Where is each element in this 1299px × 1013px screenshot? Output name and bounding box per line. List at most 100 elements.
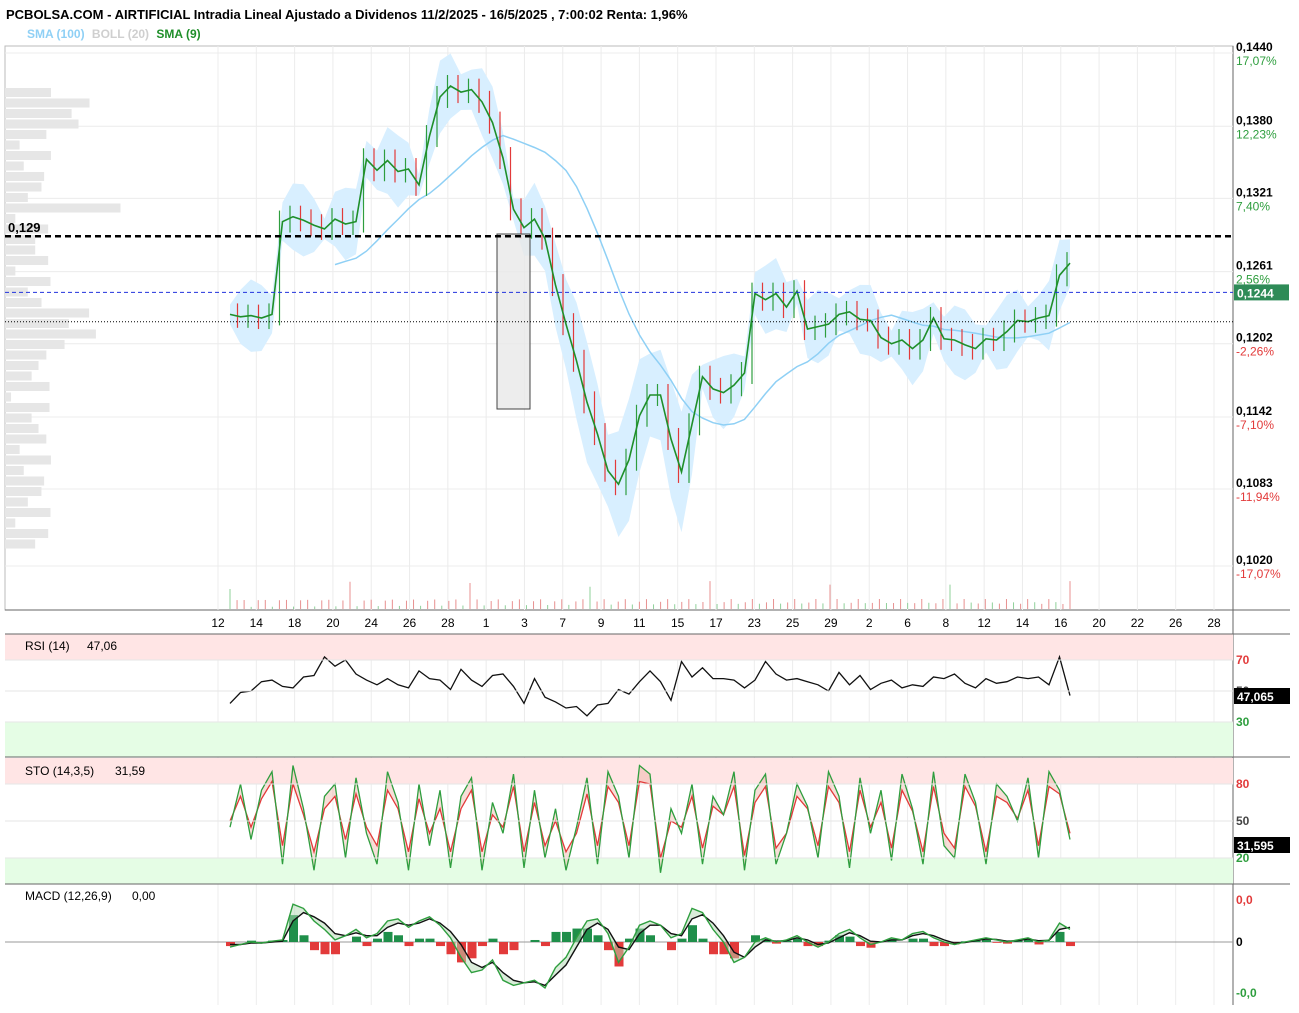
volume-profile-bar <box>5 98 90 108</box>
volume-profile-bar <box>5 308 90 318</box>
date-tick-label: 18 <box>288 616 302 630</box>
volume-profile-bar <box>5 466 24 475</box>
macd-histogram-bar <box>845 936 855 942</box>
volume-profile-bar <box>5 140 20 150</box>
oscillator-level-label: 20 <box>1236 851 1250 865</box>
date-tick-label: 6 <box>904 616 911 630</box>
macd-histogram-bar <box>404 942 414 947</box>
svg-text:SMA (100) BOLL (20) SM: SMA (100) BOLL (20) SMA (9) <box>27 27 201 41</box>
date-tick-label: 20 <box>1092 616 1106 630</box>
legend-sma100: SMA (100) <box>27 27 85 41</box>
volume-profile <box>5 88 121 549</box>
macd-histogram-bar <box>352 936 361 942</box>
date-tick-label: 11 <box>633 616 646 630</box>
date-tick-label: 7 <box>559 616 566 630</box>
volume-profile-bar <box>5 497 28 507</box>
date-tick-label: 24 <box>365 616 379 630</box>
macd-histogram-bar <box>499 942 508 955</box>
macd-histogram-bar <box>677 938 687 942</box>
macd-histogram-bar <box>551 931 561 942</box>
date-tick-label: 1 <box>483 616 490 630</box>
price-tick-percent: -11,94% <box>1236 490 1280 504</box>
rsi-line <box>229 654 1071 717</box>
date-tick-label: 26 <box>1169 616 1183 630</box>
macd-histogram-bar <box>362 942 372 947</box>
volume-profile-bar <box>5 193 28 202</box>
macd-histogram-bar <box>425 938 435 942</box>
volume-profile-bar <box>5 382 50 391</box>
volume-profile-bar <box>5 277 51 286</box>
volume-profile-bar <box>5 298 42 307</box>
macd-axis-label: 0 <box>1236 935 1243 949</box>
price-tick-percent: -7,10% <box>1236 418 1274 432</box>
price-tick-label: 0,1261 <box>1236 259 1273 273</box>
date-tick-label: 20 <box>326 616 340 630</box>
volume-profile-bar <box>5 119 79 129</box>
macd-histogram-bar <box>646 935 655 942</box>
chart-title: PCBOLSA.COM - AIRTIFICIAL Intradia Linea… <box>6 7 688 22</box>
macd-histogram-bar <box>856 942 865 947</box>
date-tick-label: 26 <box>403 616 417 630</box>
price-tick-label: 0,1202 <box>1236 331 1273 345</box>
volume-bars <box>229 581 1071 609</box>
sto-label: STO (14,3,5) <box>25 764 94 778</box>
macd-value: 0,00 <box>132 889 156 903</box>
oscillator-level-label: 70 <box>1236 653 1250 667</box>
macd-histogram-bar <box>373 938 382 942</box>
volume-profile-bar <box>5 445 20 454</box>
oscillator-level-label: 80 <box>1236 777 1250 791</box>
volume-profile-bar <box>5 203 121 213</box>
date-tick-label: 12 <box>977 616 991 630</box>
rsi-label: RSI (14) <box>25 639 70 653</box>
price-tick-label: 0,1380 <box>1236 113 1273 127</box>
macd-histogram-bar <box>331 942 340 955</box>
volume-profile-bar <box>5 487 42 496</box>
macd-histogram-bar <box>467 942 477 959</box>
stock-chart: PCBOLSA.COM - AIRTIFICIAL Intradia Linea… <box>4 7 1290 1005</box>
volume-profile-bar <box>5 172 45 181</box>
macd-histogram-bar <box>394 935 403 942</box>
price-tick-percent: 12,23% <box>1236 127 1277 141</box>
volume-profile-bar <box>5 361 39 370</box>
volume-profile-bar <box>5 508 51 517</box>
macd-histogram-bar <box>541 942 550 947</box>
volume-profile-bar <box>5 319 69 328</box>
macd-histogram-bar <box>1055 931 1065 942</box>
volume-profile-bar <box>5 539 36 549</box>
date-tick-label: 15 <box>671 616 685 630</box>
macd-histogram-bar <box>562 931 571 942</box>
last-price-tag: 0,1244 <box>1234 284 1289 301</box>
volume-profile-bar <box>5 476 45 486</box>
date-tick-label: 8 <box>943 616 950 630</box>
date-tick-label: 23 <box>748 616 762 630</box>
date-tick-label: 12 <box>211 616 225 630</box>
volume-profile-bar <box>5 518 16 528</box>
macd-histogram-bar <box>698 938 708 942</box>
volume-profile-bar <box>5 350 47 360</box>
price-tick-percent: -17,07% <box>1236 567 1281 581</box>
date-tick-label: 14 <box>1016 616 1030 630</box>
oscillator-level-label: 50 <box>1236 814 1250 828</box>
sto-value: 31,59 <box>115 764 145 778</box>
price-tick-label: 0,1440 <box>1236 40 1273 54</box>
macd-histogram-bar <box>530 939 540 942</box>
price-axis: 0,144017,07% 0,138012,23% 0,13217,40% 0,126… <box>1236 40 1281 581</box>
macd-histogram-bar <box>415 938 424 942</box>
volume-profile-bar <box>5 434 47 444</box>
resistance-label: 0,129 <box>8 220 41 235</box>
macd-histogram-bar <box>478 942 487 947</box>
volume-profile-bar <box>5 130 47 139</box>
macd-histogram-bar <box>919 938 928 942</box>
macd-histogram-bar <box>488 938 498 942</box>
macd-axis-label: -0,0 <box>1236 986 1257 1000</box>
macd-histogram-bar <box>1045 941 1054 942</box>
date-tick-label: 25 <box>786 616 800 630</box>
volume-profile-bar <box>5 403 50 412</box>
last-price-tag-label: 0,1244 <box>1237 286 1274 300</box>
macd-histogram-bar <box>299 935 309 942</box>
macd-histogram-bar <box>667 942 676 951</box>
price-tick-percent: 7,40% <box>1236 199 1270 213</box>
date-axis: 12 14 18 20 24 26 28 1 3 7 9 11 15 17 23 25 29 2 6 8 12 14 16 2… <box>211 616 1221 630</box>
price-tick-label: 0,1321 <box>1236 185 1273 199</box>
volume-profile-bar <box>5 529 49 538</box>
